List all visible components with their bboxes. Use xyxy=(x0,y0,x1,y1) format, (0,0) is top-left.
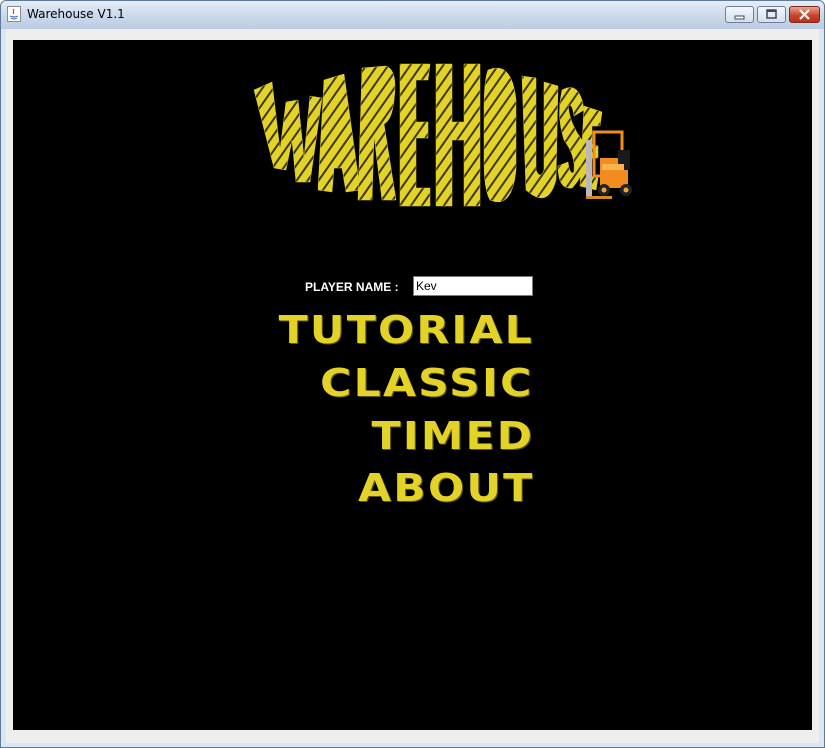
warehouse-logo-graphic xyxy=(252,60,632,207)
timed-button[interactable]: TIMED xyxy=(371,416,534,456)
warehouse-logo xyxy=(240,40,634,215)
window-title: Warehouse V1.1 xyxy=(27,7,125,21)
about-button[interactable]: ABOUT xyxy=(357,468,534,508)
player-name-input[interactable] xyxy=(413,276,533,296)
tutorial-button-label: TUTORIAL xyxy=(278,308,534,352)
classic-button[interactable]: CLASSIC xyxy=(320,363,534,403)
tutorial-button[interactable]: TUTORIAL xyxy=(278,310,534,350)
java-app-icon[interactable] xyxy=(7,6,21,22)
minimize-icon xyxy=(734,15,745,20)
close-button[interactable] xyxy=(789,6,820,23)
title-bar[interactable]: Warehouse V1.1 xyxy=(1,1,824,29)
about-button-label: ABOUT xyxy=(357,466,534,510)
game-menu-panel: PLAYER NAME : TUTORIAL CLASSIC TIMED ABO… xyxy=(13,40,812,730)
minimize-button[interactable] xyxy=(725,6,754,23)
timed-button-label: TIMED xyxy=(371,414,534,458)
maximize-button[interactable] xyxy=(757,6,786,23)
close-icon xyxy=(799,9,810,20)
restore-icon xyxy=(766,9,777,19)
classic-button-label: CLASSIC xyxy=(320,361,534,405)
player-name-label: PLAYER NAME : xyxy=(305,280,399,294)
